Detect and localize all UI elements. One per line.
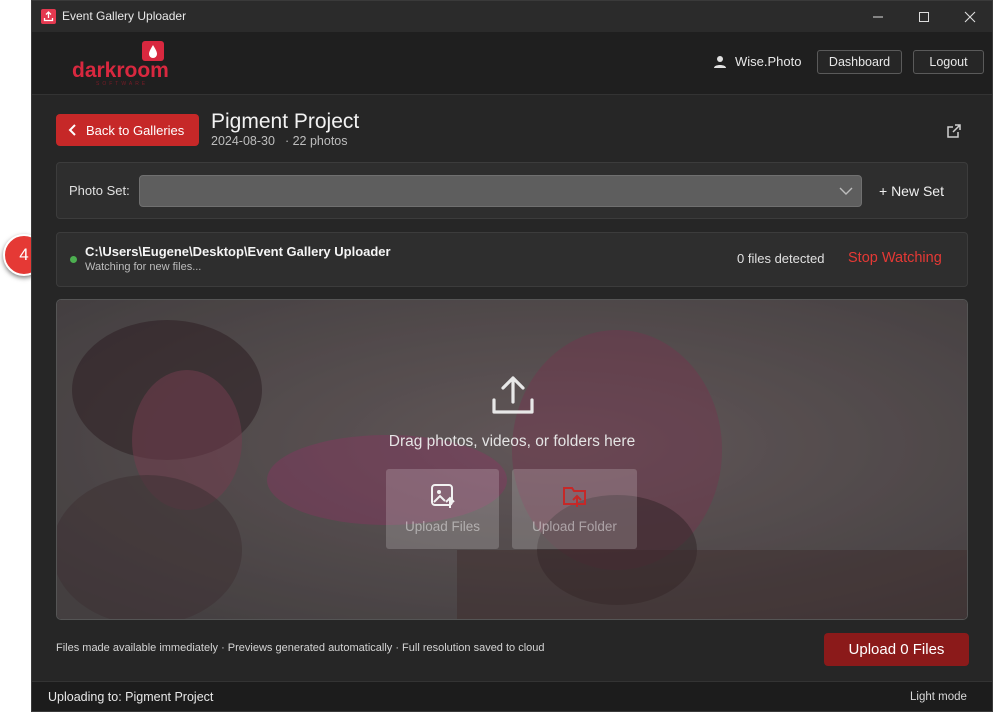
darkroom-logo: darkroom SOFTWARE bbox=[72, 40, 172, 88]
upload-files-label: Upload Files bbox=[404, 519, 481, 534]
maximize-icon bbox=[919, 11, 929, 22]
drop-zone[interactable]: Drag photos, videos, or folders here Upl… bbox=[56, 299, 968, 620]
user-name: Wise.Photo bbox=[735, 54, 802, 69]
user-menu[interactable]: Wise.Photo bbox=[713, 54, 801, 69]
background-photo bbox=[57, 300, 967, 619]
title-bar: Event Gallery Uploader bbox=[32, 1, 992, 32]
back-button-label: Back to Galleries bbox=[86, 122, 185, 138]
upload-app-icon bbox=[41, 9, 56, 24]
upload-folder-button[interactable]: Upload Folder bbox=[512, 469, 637, 549]
app-window: Event Gallery Uploader darkroom SOFTWARE… bbox=[31, 0, 993, 712]
upload-icon bbox=[492, 376, 534, 414]
drop-prompt: Drag photos, videos, or folders here bbox=[388, 433, 636, 450]
upload-files-submit-button[interactable]: Upload 0 Files bbox=[824, 633, 969, 666]
upload-info-note: Files made available immediately · Previ… bbox=[56, 642, 545, 654]
image-upload-icon bbox=[430, 484, 455, 508]
user-icon bbox=[714, 55, 726, 68]
gallery-photo-count: · 22 photos bbox=[284, 134, 348, 148]
status-bar: Uploading to: Pigment Project Light mode bbox=[32, 681, 992, 711]
new-set-button[interactable]: + New Set bbox=[879, 183, 944, 199]
close-icon bbox=[964, 11, 976, 22]
back-to-galleries-button[interactable]: Back to Galleries bbox=[56, 114, 199, 146]
minimize-icon bbox=[873, 16, 883, 17]
gallery-date: 2024-08-30 bbox=[211, 134, 275, 148]
photo-set-panel: Photo Set: + New Set bbox=[56, 162, 968, 219]
chevron-down-icon bbox=[839, 187, 853, 195]
window-title: Event Gallery Uploader bbox=[62, 9, 187, 23]
logout-button[interactable]: Logout bbox=[913, 50, 984, 74]
close-button[interactable] bbox=[947, 1, 992, 32]
minimize-button[interactable] bbox=[855, 1, 901, 32]
upload-folder-label: Upload Folder bbox=[532, 519, 617, 534]
watching-status-text: Watching for new files... bbox=[85, 261, 202, 273]
logo-subtitle: SOFTWARE bbox=[96, 81, 149, 87]
watching-status-dot bbox=[70, 256, 77, 263]
photo-set-label: Photo Set: bbox=[69, 183, 130, 198]
gallery-title: Pigment Project bbox=[211, 110, 360, 133]
callout-number: 4 bbox=[19, 245, 29, 264]
dashboard-button[interactable]: Dashboard bbox=[817, 50, 902, 74]
photo-set-select[interactable] bbox=[139, 175, 862, 207]
folder-watcher-panel: C:\Users\Eugene\Desktop\Event Gallery Up… bbox=[56, 232, 968, 287]
stop-watching-button[interactable]: Stop Watching bbox=[848, 250, 942, 266]
upload-files-button[interactable]: Upload Files bbox=[386, 469, 499, 549]
maximize-button[interactable] bbox=[901, 1, 947, 32]
watched-folder-path: C:\Users\Eugene\Desktop\Event Gallery Up… bbox=[85, 244, 391, 259]
files-detected-count: 0 files detected bbox=[737, 251, 825, 266]
uploading-to-text: Uploading to: Pigment Project bbox=[48, 690, 214, 704]
logo-wordmark: darkroom bbox=[72, 59, 169, 82]
gallery-meta: 2024-08-30 · 22 photos bbox=[211, 134, 348, 148]
logo-drop-icon bbox=[142, 41, 164, 61]
app-header: darkroom SOFTWARE Wise.Photo Dashboard L… bbox=[32, 32, 992, 95]
folder-upload-icon bbox=[562, 487, 586, 507]
external-link-icon[interactable] bbox=[946, 123, 962, 139]
light-mode-toggle[interactable]: Light mode bbox=[910, 691, 967, 703]
chevron-left-icon bbox=[68, 124, 76, 136]
